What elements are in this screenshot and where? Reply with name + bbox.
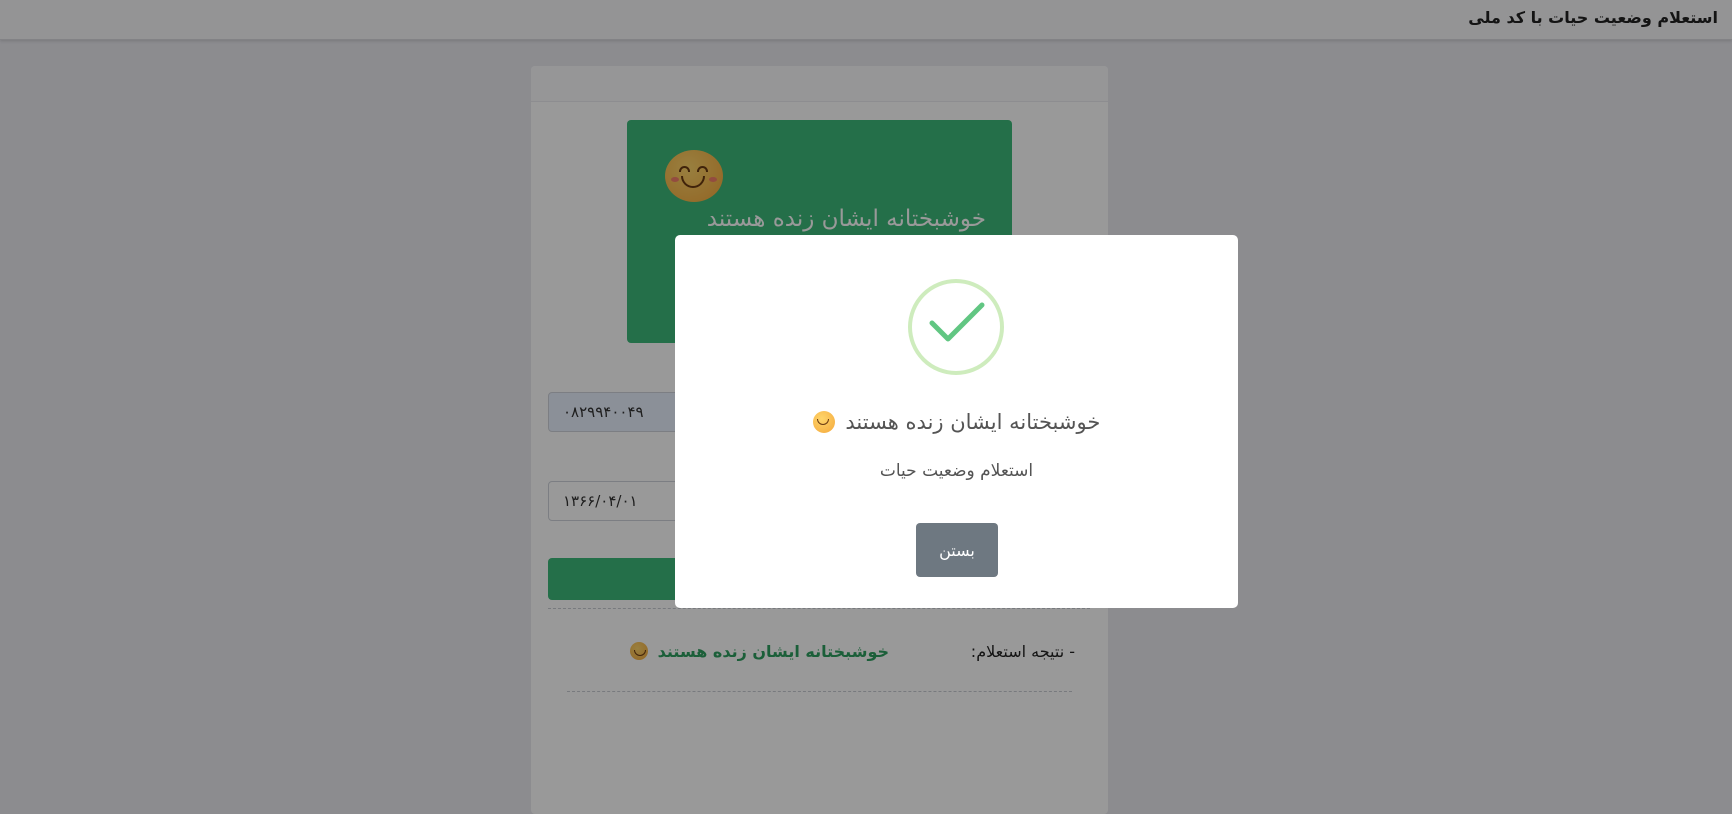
success-dialog: خوشبختانه ایشان زنده هستند استعلام وضعیت… bbox=[675, 235, 1238, 608]
dialog-title: خوشبختانه ایشان زنده هستند bbox=[675, 410, 1238, 434]
success-check-icon bbox=[908, 279, 1004, 375]
close-button[interactable]: بستن bbox=[916, 523, 998, 577]
dialog-text: استعلام وضعیت حیات bbox=[879, 461, 1034, 481]
dialog-title-text: خوشبختانه ایشان زنده هستند bbox=[845, 410, 1101, 434]
smiling-face-icon bbox=[812, 411, 835, 433]
